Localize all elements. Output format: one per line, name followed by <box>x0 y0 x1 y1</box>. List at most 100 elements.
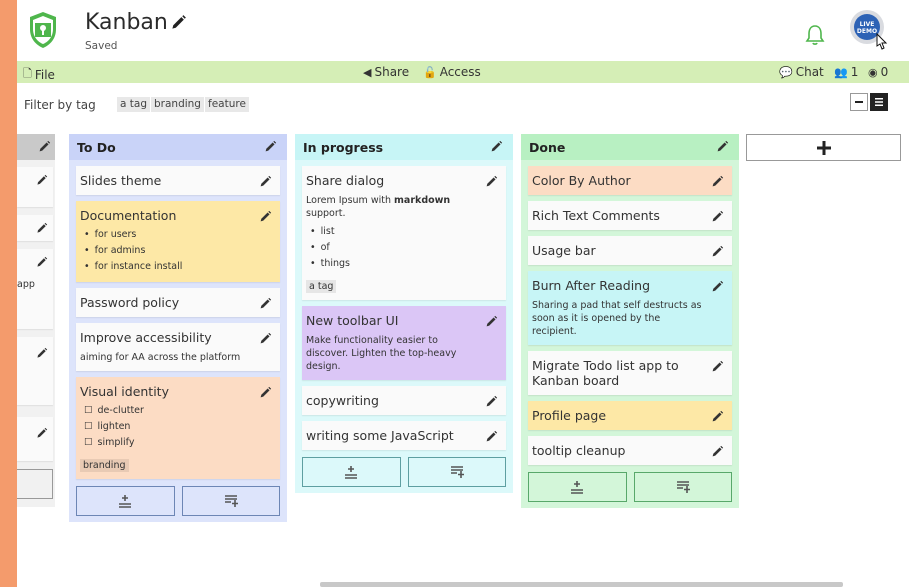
card-description: Sharing a pad that self destructs as soo… <box>532 300 702 337</box>
access-button[interactable]: 🔓 Access <box>423 65 481 79</box>
card-title: Burn After Reading <box>532 278 651 293</box>
add-card-row <box>302 457 506 487</box>
filter-tag[interactable]: branding <box>151 97 204 112</box>
pencil-icon[interactable] <box>710 410 724 424</box>
card-description: aiming for AA across the platform <box>80 352 241 363</box>
filter-tag[interactable]: a tag <box>117 97 150 112</box>
partial-card[interactable] <box>17 417 53 461</box>
add-card-bottom-button[interactable] <box>633 472 732 502</box>
pencil-icon[interactable] <box>35 222 48 235</box>
filter-label: Filter by tag <box>24 98 96 112</box>
add-card-bottom-button[interactable] <box>407 457 506 487</box>
pencil-icon[interactable] <box>258 210 272 224</box>
pencil-icon[interactable] <box>258 297 272 311</box>
pencil-icon[interactable] <box>35 174 48 187</box>
pencil-icon[interactable] <box>710 245 724 259</box>
horizontal-scrollbar[interactable] <box>320 582 843 587</box>
column-header: To Do <box>69 134 287 160</box>
file-icon: 🗋 <box>23 67 32 80</box>
pencil-icon[interactable] <box>715 140 729 154</box>
notification-bell-icon[interactable] <box>804 23 826 47</box>
pencil-icon[interactable] <box>258 386 272 400</box>
card-share-dialog[interactable]: Share dialog Lorem Ipsum with markdown su… <box>302 166 506 300</box>
column-title[interactable]: Done <box>529 140 565 155</box>
card-password-policy[interactable]: Password policy <box>76 288 280 317</box>
card-tooltip-cleanup[interactable]: tooltip cleanup <box>528 436 732 465</box>
pencil-icon[interactable] <box>710 210 724 224</box>
checklist-item[interactable]: lighten <box>80 419 254 435</box>
card-tag[interactable]: a tag <box>306 280 337 293</box>
add-column-button[interactable] <box>746 134 901 161</box>
add-card-top-button[interactable] <box>76 486 175 516</box>
partial-card[interactable] <box>17 337 53 405</box>
document-title[interactable]: Kanban <box>85 10 168 35</box>
card-profile-page[interactable]: Profile page <box>528 401 732 430</box>
card-usage-bar[interactable]: Usage bar <box>528 236 732 265</box>
pencil-icon[interactable] <box>37 140 51 154</box>
checklist-item[interactable]: simplify <box>80 435 254 451</box>
share-button[interactable]: ◀ Share <box>363 65 409 79</box>
card-improve-accessibility[interactable]: Improve accessibility aiming for AA acros… <box>76 323 280 371</box>
pencil-icon[interactable] <box>258 175 272 189</box>
chat-button[interactable]: 💬 Chat <box>779 65 824 79</box>
add-card-top-button[interactable] <box>528 472 627 502</box>
list-item: things <box>306 256 480 272</box>
card-rich-text-comments[interactable]: Rich Text Comments <box>528 201 732 230</box>
file-menu-button[interactable]: 🗋 File <box>23 65 55 84</box>
card-tag[interactable]: branding <box>80 459 129 472</box>
column-in-progress: In progress Share dialog Lorem Ipsum with … <box>295 134 513 493</box>
pencil-icon[interactable] <box>263 140 277 154</box>
pencil-icon[interactable] <box>169 14 187 32</box>
add-to-bottom-icon <box>224 495 238 507</box>
list-item: list <box>306 224 480 240</box>
partial-card[interactable]: app <box>17 249 53 329</box>
pencil-icon[interactable] <box>489 140 503 154</box>
card-writing-some-javascript[interactable]: writing some JavaScript <box>302 421 506 450</box>
card-title: Share dialog <box>306 173 385 188</box>
partial-card[interactable] <box>17 167 53 207</box>
card-documentation[interactable]: Documentation for usersfor adminsfor inst… <box>76 201 280 282</box>
card-title: Rich Text Comments <box>532 208 660 223</box>
compact-view-button[interactable] <box>850 93 868 111</box>
card-visual-identity[interactable]: Visual identity de-clutterlightensimplify… <box>76 377 280 479</box>
column-title[interactable]: To Do <box>77 140 116 155</box>
pencil-icon[interactable] <box>710 175 724 189</box>
card-slides-theme[interactable]: Slides theme <box>76 166 280 195</box>
checklist-item[interactable]: de-clutter <box>80 403 254 419</box>
viewers-count[interactable]: ◉ 0 <box>868 65 888 79</box>
card-title: Color By Author <box>532 173 631 188</box>
pencil-icon[interactable] <box>35 347 48 360</box>
pencil-icon[interactable] <box>484 175 498 189</box>
card-new-toolbar-ui[interactable]: New toolbar UI Make functionality easier … <box>302 306 506 380</box>
lock-icon: 🔓 <box>423 65 437 79</box>
card-color-by-author[interactable]: Color By Author <box>528 166 732 195</box>
add-card-bottom-button[interactable] <box>181 486 280 516</box>
add-card-top-button[interactable] <box>302 457 401 487</box>
pencil-icon[interactable] <box>710 360 724 374</box>
card-bullet-list: listofthings <box>306 224 480 272</box>
add-card-row <box>528 472 732 502</box>
card-copywriting[interactable]: copywriting <box>302 386 506 415</box>
pencil-icon[interactable] <box>484 315 498 329</box>
card-title: Usage bar <box>532 243 596 258</box>
cryptpad-logo-icon[interactable] <box>28 11 58 49</box>
save-status: Saved <box>85 40 118 52</box>
pencil-icon[interactable] <box>35 427 48 440</box>
filter-tag[interactable]: feature <box>205 97 249 112</box>
live-demo-avatar[interactable]: LIVE DEMO <box>847 8 892 53</box>
partial-card-text: app <box>17 279 35 290</box>
users-count[interactable]: 👥 1 <box>834 65 858 79</box>
pencil-icon[interactable] <box>710 280 724 294</box>
expanded-view-button[interactable] <box>870 93 888 111</box>
card-burn-after-reading[interactable]: Burn After Reading Sharing a pad that sel… <box>528 271 732 345</box>
partial-add-button[interactable] <box>17 469 53 499</box>
card-migrate-todo-list-app-to-kanban-board[interactable]: Migrate Todo list app to Kanban board <box>528 351 732 395</box>
column-title[interactable]: In progress <box>303 140 383 155</box>
pencil-icon[interactable] <box>484 395 498 409</box>
pencil-icon[interactable] <box>710 445 724 459</box>
pencil-icon[interactable] <box>258 332 272 346</box>
pencil-icon[interactable] <box>35 256 48 269</box>
partial-card[interactable] <box>17 215 53 241</box>
pencil-icon[interactable] <box>484 430 498 444</box>
column-todo: To Do Slides theme Documentationfor usersf… <box>69 134 287 522</box>
